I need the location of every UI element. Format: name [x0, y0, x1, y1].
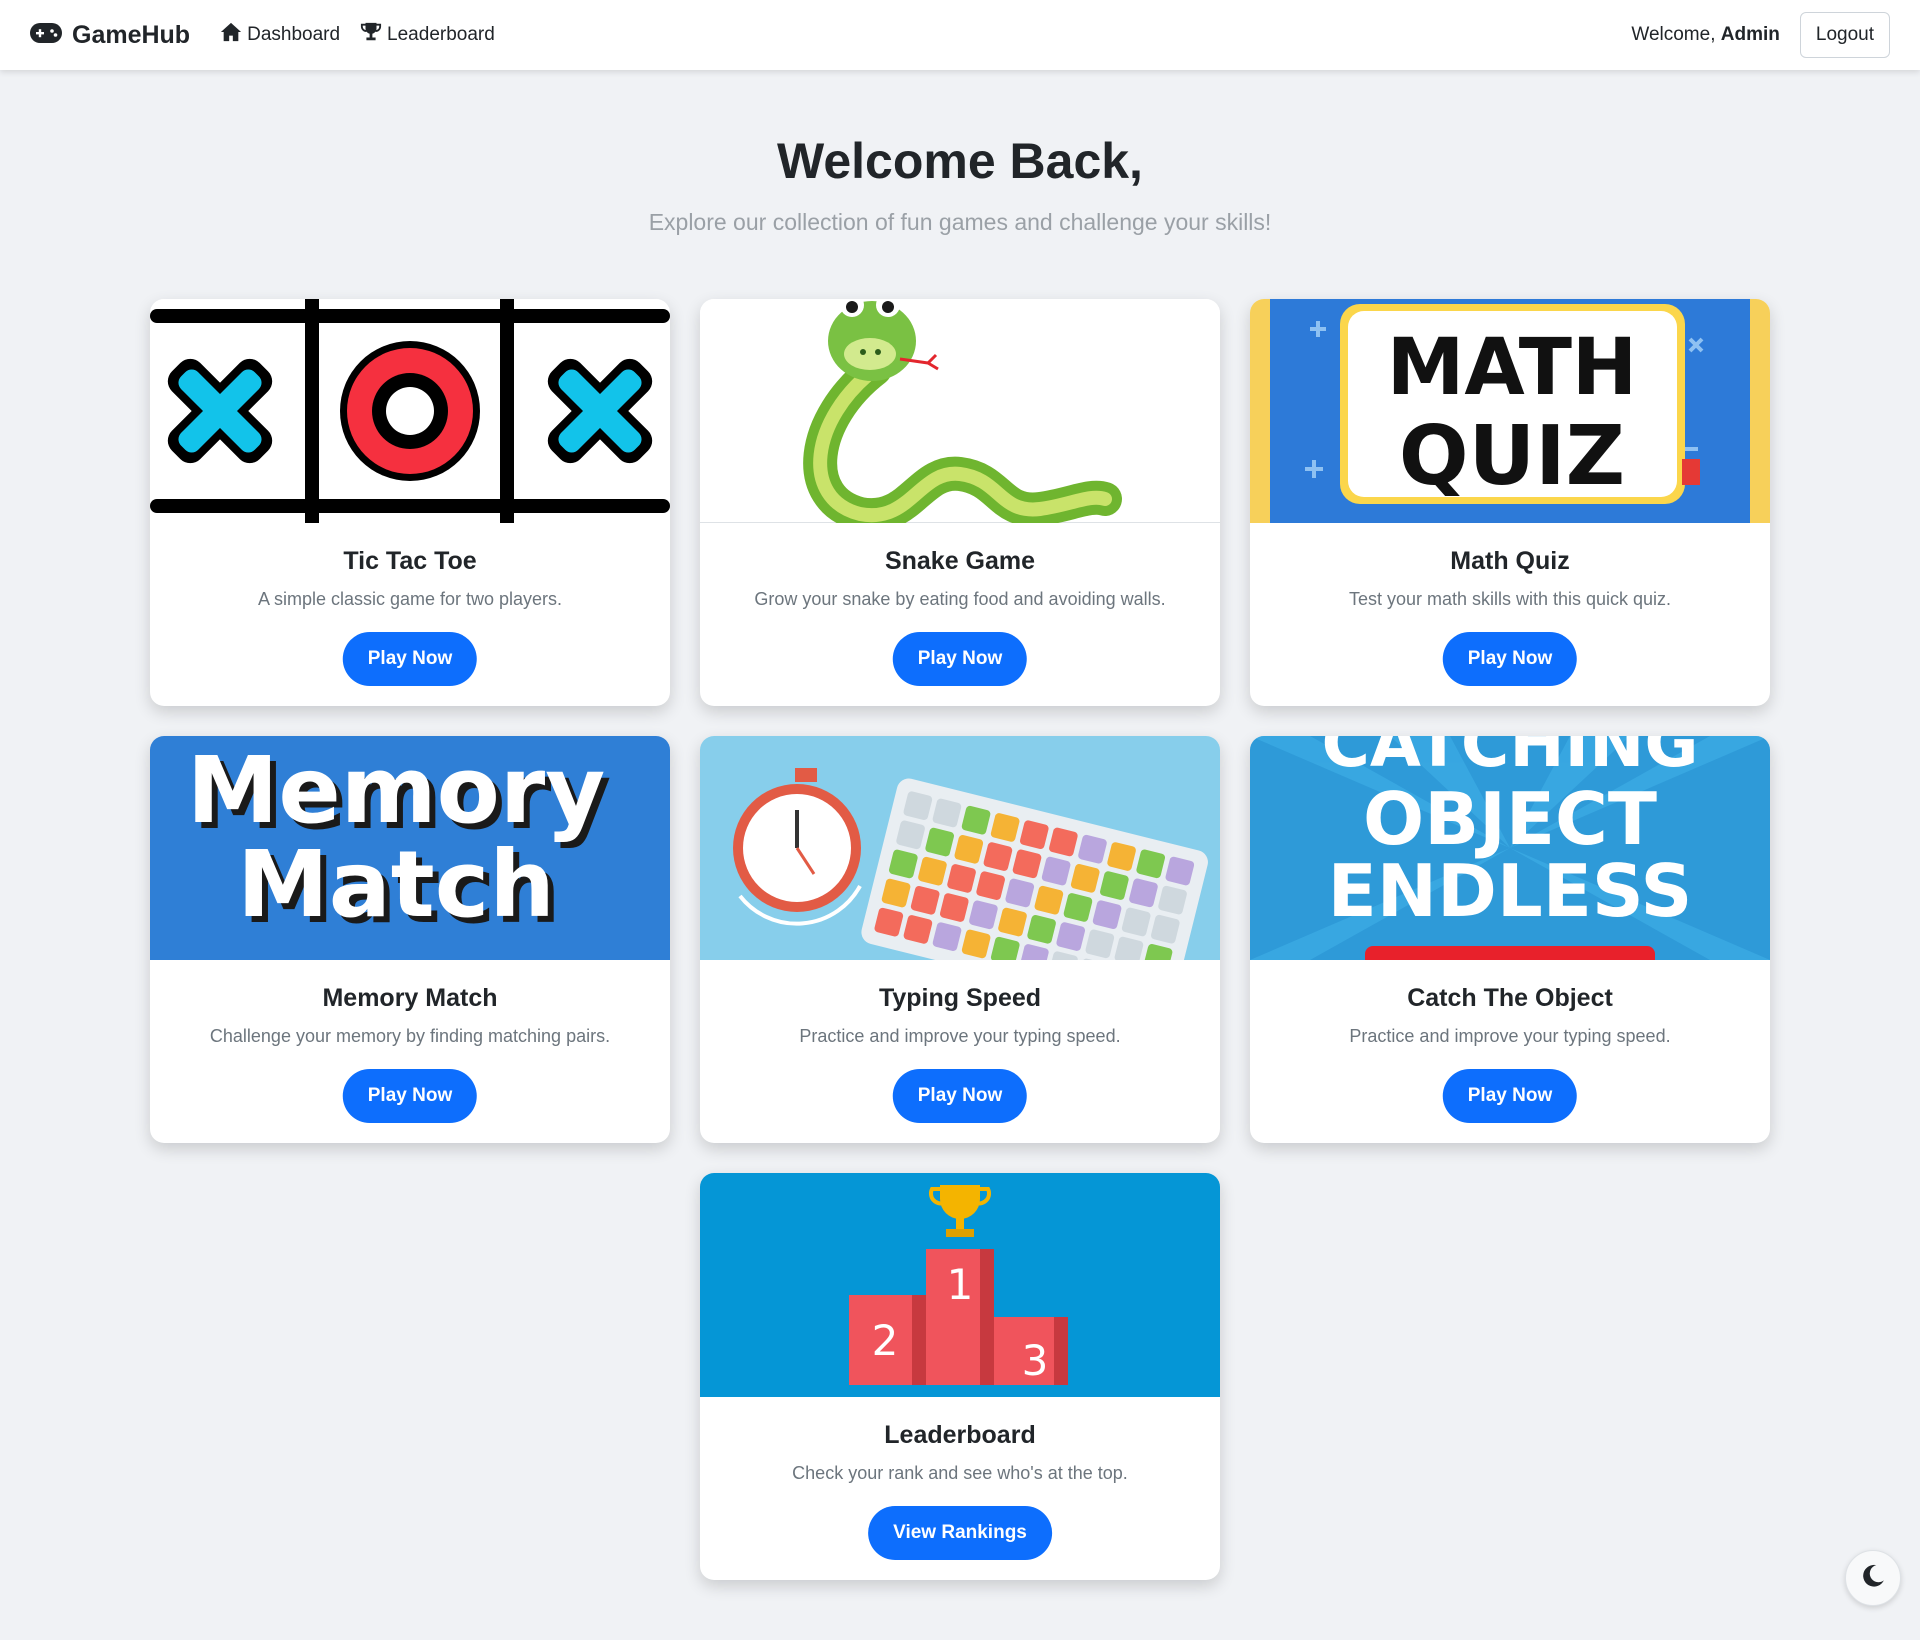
card-description: A simple classic game for two players. [257, 589, 563, 609]
welcome-prefix: Welcome, [1631, 24, 1716, 45]
card-description: Check your rank and see who's at the top… [792, 1463, 1128, 1483]
logout-button[interactable]: Logout [1799, 12, 1890, 58]
username: Admin [1720, 24, 1780, 45]
moon-icon [1860, 1563, 1886, 1594]
card-title: Snake Game [884, 547, 1036, 575]
nav-link-leaderboard[interactable]: Leaderboard [360, 21, 495, 49]
play-now-button[interactable]: Play Now [342, 632, 478, 686]
memory-match-image-text: Match [237, 831, 555, 938]
catch-object-image-text: CATCHING [1321, 736, 1698, 782]
memory-match-image-text: Memory [187, 737, 605, 844]
play-now-button[interactable]: Play Now [892, 632, 1028, 686]
leaderboard-card: 1 2 3 Leaderboard Check your rank and se… [700, 1173, 1220, 1580]
tic-tac-toe-image [150, 299, 670, 523]
home-icon [220, 21, 242, 49]
card-title: Typing Speed [878, 984, 1042, 1012]
memory-match-image: Memory Memory Match Match [150, 736, 670, 960]
card-title: Leaderboard [884, 1421, 1036, 1449]
nav-link-label: Leaderboard [387, 24, 495, 45]
trophy-icon [360, 21, 382, 49]
card-title: Tic Tac Toe [343, 547, 477, 575]
play-now-button[interactable]: Play Now [1442, 632, 1578, 686]
nav-link-dashboard[interactable]: Dashboard [220, 21, 340, 49]
card-description: Grow your snake by eating food and avoid… [754, 589, 1166, 609]
catch-object-image: CATCHING OBJECT ENDLESS [1250, 736, 1770, 960]
play-now-button[interactable]: Play Now [342, 1069, 478, 1123]
game-card-math-quiz: MATH QUIZ Math Quiz Test your math skill… [1250, 299, 1770, 706]
play-now-button[interactable]: Play Now [892, 1069, 1028, 1123]
page-subtitle: Explore our collection of fun games and … [648, 209, 1272, 235]
nav-link-label: Dashboard [247, 24, 341, 45]
card-title: Catch The Object [1407, 984, 1613, 1012]
card-description: Challenge your memory by finding matchin… [209, 1026, 611, 1046]
play-now-button[interactable]: Play Now [1442, 1069, 1578, 1123]
catch-object-image-text: ENDLESS [1328, 849, 1693, 933]
nav-right: Welcome, Admin Logout [1631, 12, 1890, 58]
podium-rank-1: 1 [947, 1260, 974, 1309]
math-quiz-image: MATH QUIZ [1250, 299, 1770, 523]
nav-links: Dashboard Leaderboard [220, 21, 495, 49]
card-description: Test your math skills with this quick qu… [1348, 589, 1672, 609]
brand-name: GameHub [72, 20, 191, 49]
game-card-memory-match: Memory Memory Match Match Memory Match C… [150, 736, 670, 1143]
card-description: Practice and improve your typing speed. [799, 1026, 1121, 1046]
podium-rank-3: 3 [1022, 1336, 1049, 1385]
snake-image [700, 299, 1220, 523]
podium-rank-2: 2 [872, 1316, 899, 1365]
card-title: Memory Match [322, 984, 498, 1012]
page-title: Welcome Back, [777, 133, 1143, 189]
card-description: Practice and improve your typing speed. [1349, 1026, 1671, 1046]
math-quiz-image-text: MATH [1387, 323, 1637, 413]
game-card-tic-tac-toe: Tic Tac Toe A simple classic game for tw… [150, 299, 670, 706]
game-card-catch-the-object: CATCHING OBJECT ENDLESS Catch The Object… [1250, 736, 1770, 1143]
game-card-snake: Snake Game Grow your snake by eating foo… [700, 299, 1220, 706]
gamepad-icon [30, 22, 62, 48]
view-rankings-button[interactable]: View Rankings [868, 1506, 1052, 1560]
navbar: GameHub Dashboard Leaderboard Welcome, A [0, 0, 1920, 70]
brand[interactable]: GameHub [30, 21, 190, 50]
math-quiz-image-text: QUIZ [1399, 409, 1625, 504]
game-card-typing-speed: Typing Speed Practice and improve your t… [700, 736, 1220, 1143]
card-title: Math Quiz [1450, 547, 1570, 575]
leaderboard-image: 1 2 3 [700, 1173, 1220, 1397]
typing-speed-image [700, 736, 1220, 960]
welcome-text: Welcome, Admin [1631, 24, 1780, 46]
theme-toggle-button[interactable] [1845, 1550, 1901, 1606]
